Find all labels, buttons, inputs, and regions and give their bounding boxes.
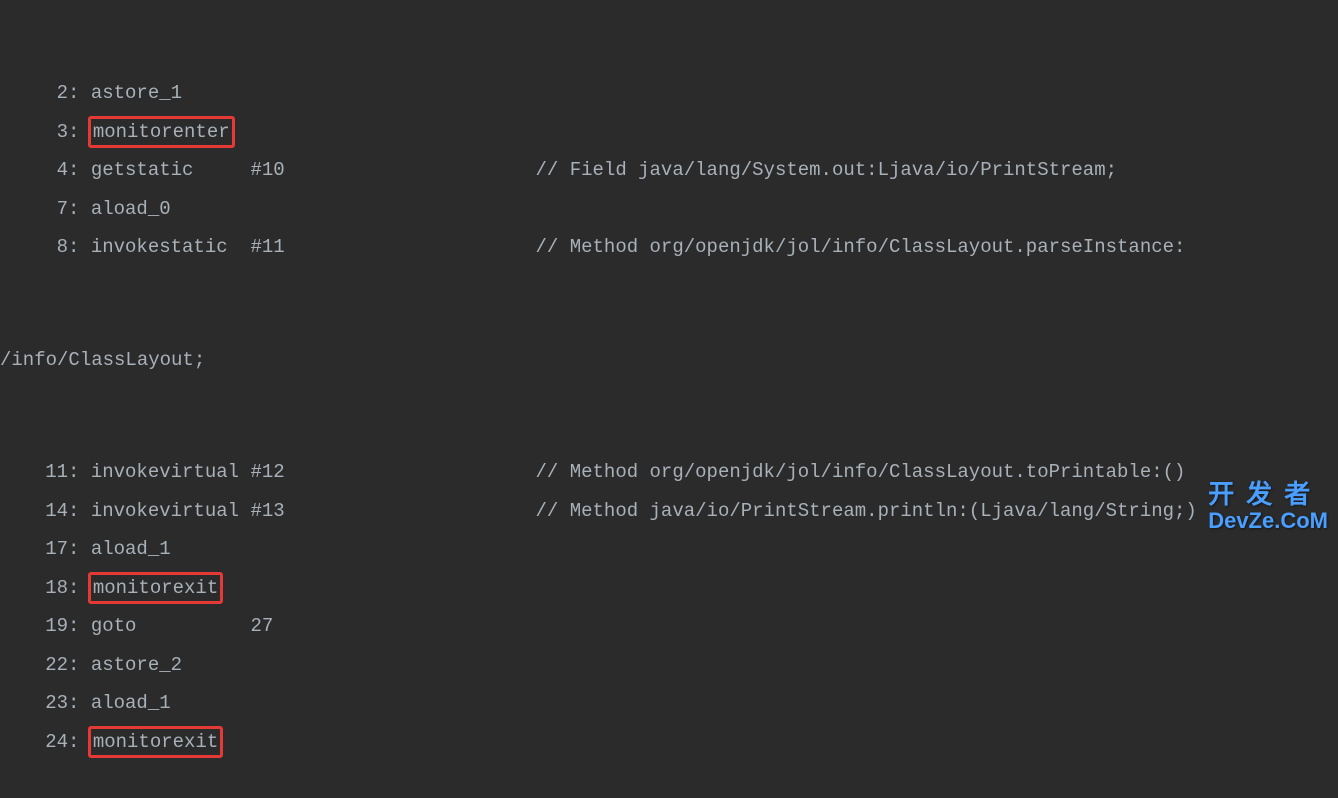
colon: :: [68, 500, 91, 522]
instruction: astore_2: [91, 654, 182, 676]
instruction: getstatic: [91, 159, 194, 181]
instruction: astore_1: [91, 82, 182, 104]
line-number: 11: [0, 453, 68, 492]
comment: // Method org/openjdk/jol/info/ClassLayo…: [536, 236, 1186, 258]
line-number: 23: [0, 684, 68, 723]
continuation-line: /info/ClassLayout;: [0, 341, 1338, 380]
instruction: aload_1: [91, 538, 171, 560]
instruction: goto: [91, 615, 137, 637]
code-line: 2: astore_1: [0, 74, 1338, 113]
code-line: 23: aload_1: [0, 684, 1338, 723]
highlighted-instruction: monitorexit: [88, 726, 223, 759]
line-number: 22: [0, 646, 68, 685]
instruction: aload_1: [91, 692, 171, 714]
colon: :: [68, 615, 91, 637]
instruction-arg: #11: [250, 236, 284, 258]
colon: :: [68, 159, 91, 181]
colon: :: [68, 82, 91, 104]
instruction: invokevirtual: [91, 500, 239, 522]
code-line: 8: invokestatic #11 // Method org/openjd…: [0, 228, 1338, 267]
colon: :: [68, 692, 91, 714]
comment: // Method org/openjdk/jol/info/ClassLayo…: [536, 461, 1186, 483]
watermark-chinese: 开发者: [1208, 480, 1328, 509]
bytecode-listing: 2: astore_13: monitorenter4: getstatic #…: [0, 0, 1338, 798]
code-line: 18: monitorexit: [0, 569, 1338, 608]
highlighted-instruction: monitorexit: [88, 572, 223, 605]
line-number: 2: [0, 74, 68, 113]
instruction-arg: #12: [250, 461, 284, 483]
line-number: 14: [0, 492, 68, 531]
instruction-arg: 27: [250, 615, 273, 637]
instruction: invokestatic: [91, 236, 228, 258]
line-number: 4: [0, 151, 68, 190]
colon: :: [68, 461, 91, 483]
line-number: 3: [0, 113, 68, 152]
instruction-arg: #13: [250, 500, 284, 522]
colon: :: [68, 654, 91, 676]
code-line: 7: aload_0: [0, 190, 1338, 229]
colon: :: [68, 538, 91, 560]
comment: // Method java/io/PrintStream.println:(L…: [536, 500, 1197, 522]
colon: :: [68, 198, 91, 220]
code-line: 24: monitorexit: [0, 723, 1338, 762]
highlighted-instruction: monitorenter: [88, 116, 235, 149]
line-number: 19: [0, 607, 68, 646]
line-number: 24: [0, 723, 68, 762]
colon: :: [68, 236, 91, 258]
code-line: 11: invokevirtual #12 // Method org/open…: [0, 453, 1338, 492]
code-line: 22: astore_2: [0, 646, 1338, 685]
code-line: 14: invokevirtual #13 // Method java/io/…: [0, 492, 1338, 531]
watermark: 开发者 DevZe.CoM: [1208, 480, 1328, 533]
line-number: 17: [0, 530, 68, 569]
comment: // Field java/lang/System.out:Ljava/io/P…: [536, 159, 1118, 181]
code-line: 19: goto 27: [0, 607, 1338, 646]
instruction-arg: #10: [250, 159, 284, 181]
instruction: invokevirtual: [91, 461, 239, 483]
code-line: 17: aload_1: [0, 530, 1338, 569]
instruction: aload_0: [91, 198, 171, 220]
watermark-english: DevZe.CoM: [1208, 509, 1328, 533]
line-number: 7: [0, 190, 68, 229]
code-line: 3: monitorenter: [0, 113, 1338, 152]
line-number: 8: [0, 228, 68, 267]
line-number: 18: [0, 569, 68, 608]
code-line: 4: getstatic #10 // Field java/lang/Syst…: [0, 151, 1338, 190]
